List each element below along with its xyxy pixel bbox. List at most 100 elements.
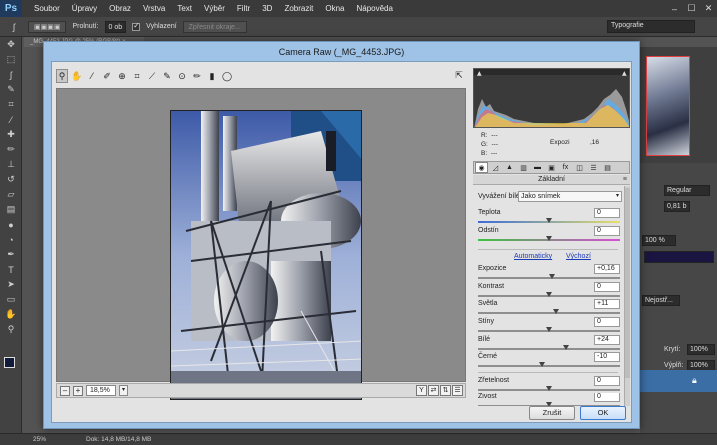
refine-edge-button[interactable]: Zpřesnit okraje... — [182, 20, 247, 33]
hsl-tab-icon[interactable]: ▥ — [517, 162, 530, 173]
eyedropper-tool-icon[interactable]: ⁄ — [0, 112, 22, 127]
spot-removal-icon[interactable]: ✎ — [161, 69, 173, 83]
snapshots-tab-icon[interactable]: ▤ — [601, 162, 614, 173]
maximize-button[interactable]: ☐ — [683, 0, 700, 17]
zoom-out-button[interactable]: – — [60, 385, 70, 396]
vibrance-input[interactable]: 0 — [594, 393, 620, 402]
radial-filter-icon[interactable]: ◯ — [221, 69, 233, 83]
shadows-input[interactable]: 0 — [594, 317, 620, 327]
fullscreen-icon[interactable]: ⇱ — [453, 69, 465, 81]
type-tool-icon[interactable]: T — [0, 262, 22, 277]
antialias-method-select[interactable]: Nejostř... — [642, 295, 680, 306]
slider-thumb[interactable] — [538, 362, 545, 367]
menu-okna[interactable]: Okna — [319, 0, 350, 17]
slider-thumb[interactable] — [546, 386, 552, 391]
white-balance-select[interactable]: Jako snímek ▾ — [518, 191, 622, 202]
text-color-swatch[interactable] — [644, 251, 714, 263]
close-button[interactable]: ✕ — [700, 0, 717, 17]
lasso-tool-icon[interactable]: ʃ — [6, 19, 22, 34]
menu-text[interactable]: Text — [171, 0, 198, 17]
panel-scrollbar[interactable] — [624, 186, 630, 406]
brush-tool-icon[interactable]: ✏ — [0, 142, 22, 157]
antialias-checkbox[interactable] — [132, 21, 141, 31]
slider-track[interactable] — [478, 218, 620, 223]
adjustment-brush-icon[interactable]: ✏ — [191, 69, 203, 83]
lasso-tool-icon[interactable]: ʃ — [0, 67, 22, 82]
hand-tool-icon[interactable]: ✋ — [0, 307, 22, 322]
before-after-icon[interactable]: Y — [416, 385, 427, 396]
slider-track[interactable] — [478, 327, 620, 332]
copy-settings-icon[interactable]: ⇅ — [440, 385, 451, 396]
slider-thumb[interactable] — [563, 345, 570, 350]
detail-tab-icon[interactable]: ▲ — [503, 162, 516, 173]
zoom-readout[interactable]: 25% — [33, 436, 46, 443]
contrast-input[interactable]: 0 — [594, 282, 620, 292]
target-adjust-icon[interactable]: ⊕ — [116, 69, 128, 83]
navigator-thumbnail[interactable] — [646, 56, 690, 156]
history-brush-icon[interactable]: ↺ — [0, 172, 22, 187]
scrollbar-thumb[interactable] — [625, 188, 630, 378]
slider-thumb[interactable] — [546, 327, 552, 332]
menu-vrstva[interactable]: Vrstva — [137, 0, 171, 17]
shadows-slider[interactable]: Stíny 0 — [478, 317, 622, 336]
whites-input[interactable]: +24 — [594, 335, 620, 345]
color-swatches[interactable] — [4, 357, 20, 373]
menu-napoveda[interactable]: Nápověda — [350, 0, 398, 17]
path-select-icon[interactable]: ➤ — [0, 277, 22, 292]
exposure-input[interactable]: +0,16 — [594, 264, 620, 274]
red-eye-icon[interactable]: ⊙ — [176, 69, 188, 83]
vibrance-slider[interactable]: Živost 0 — [478, 393, 622, 406]
move-tool-icon[interactable]: ✥ — [0, 37, 22, 52]
leading-input[interactable]: 0,81 b — [664, 201, 690, 212]
slider-track[interactable] — [478, 362, 620, 367]
quick-select-icon[interactable]: ✎ — [0, 82, 22, 97]
slider-track[interactable] — [478, 309, 620, 314]
workspace-select[interactable]: Typografie — [607, 20, 695, 33]
cancel-button[interactable]: Zrušit — [529, 406, 575, 420]
slider-track[interactable] — [478, 274, 620, 279]
preferences-icon[interactable]: ☰ — [452, 385, 463, 396]
feather-input[interactable]: 0 ob — [104, 20, 127, 33]
menu-vyber[interactable]: Výběr — [198, 0, 231, 17]
blacks-slider[interactable]: Černé -10 — [478, 352, 622, 371]
zoom-level-field[interactable]: 18,5% — [86, 385, 116, 396]
lens-tab-icon[interactable]: ▣ — [545, 162, 558, 173]
menu-3d[interactable]: 3D — [256, 0, 278, 17]
effects-tab-icon[interactable]: fx — [559, 162, 572, 173]
gradient-tool-icon[interactable]: ▤ — [0, 202, 22, 217]
healing-brush-icon[interactable]: ✚ — [0, 127, 22, 142]
tint-input[interactable]: 0 — [594, 226, 620, 236]
slider-thumb[interactable] — [546, 236, 552, 241]
image-preview[interactable] — [56, 88, 466, 400]
eraser-tool-icon[interactable]: ▱ — [0, 187, 22, 202]
clone-stamp-icon[interactable]: ⊥ — [0, 157, 22, 172]
auto-link[interactable]: Automaticky — [514, 253, 552, 260]
font-style-select[interactable]: Regular — [664, 185, 710, 196]
layer-row[interactable]: 🔒︎ — [640, 370, 717, 392]
graduated-filter-icon[interactable]: ▮ — [206, 69, 218, 83]
zoom-dropdown-icon[interactable]: ▾ — [119, 385, 128, 396]
menu-obraz[interactable]: Obraz — [103, 0, 137, 17]
slider-track[interactable] — [478, 386, 620, 391]
selection-mode-buttons[interactable]: ▣▣▣▣ — [28, 20, 67, 33]
swap-icon[interactable]: ⇄ — [428, 385, 439, 396]
exposure-slider[interactable]: Expozice +0,16 — [478, 264, 622, 283]
menu-upravy[interactable]: Úpravy — [66, 0, 103, 17]
temperature-input[interactable]: 0 — [594, 208, 620, 218]
slider-thumb[interactable] — [546, 218, 552, 223]
ok-button[interactable]: OK — [580, 406, 626, 420]
opacity-input[interactable]: 100% — [687, 344, 715, 355]
slider-track[interactable] — [478, 292, 620, 297]
straighten-icon[interactable]: ⟋ — [146, 69, 158, 83]
default-link[interactable]: Výchozí — [566, 253, 591, 260]
slider-track[interactable] — [478, 345, 620, 350]
camera-calibration-tab-icon[interactable]: ◫ — [573, 162, 586, 173]
color-sampler-icon[interactable]: ✐ — [101, 69, 113, 83]
slider-thumb[interactable] — [553, 309, 560, 314]
split-toning-tab-icon[interactable]: ▬ — [531, 162, 544, 173]
slider-thumb[interactable] — [548, 274, 555, 279]
crop-icon[interactable]: ⌗ — [131, 69, 143, 83]
tint-slider[interactable]: Odstín 0 — [478, 226, 622, 245]
marquee-tool-icon[interactable]: ⬚ — [0, 52, 22, 67]
zoom-icon[interactable]: ⚲ — [56, 69, 68, 83]
